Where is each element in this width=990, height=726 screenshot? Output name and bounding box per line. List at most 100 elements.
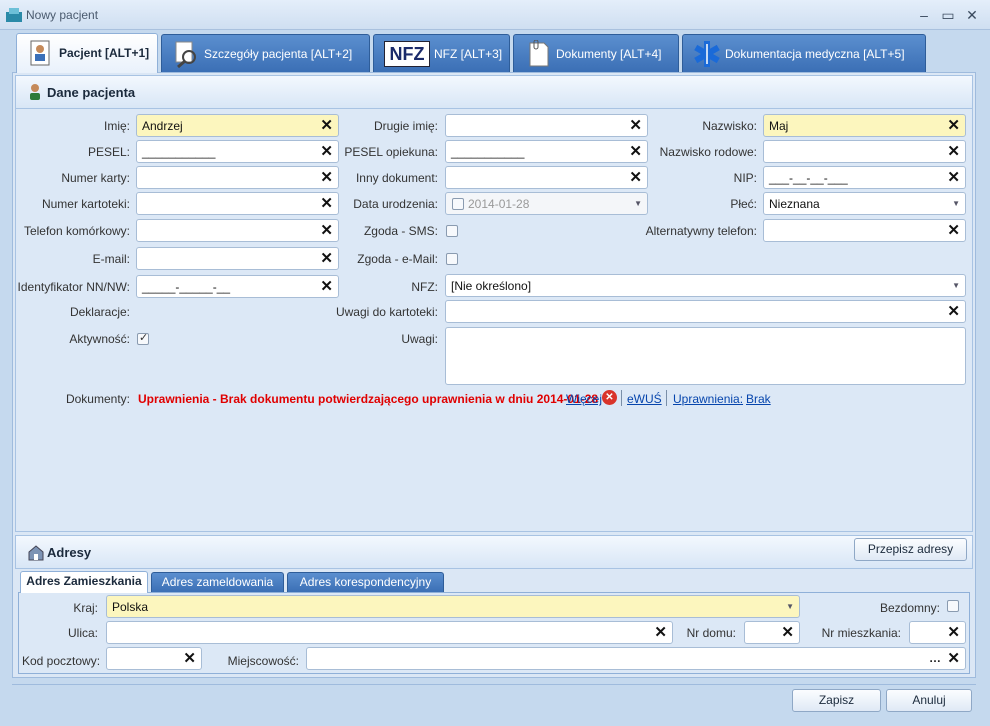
nr-domu-label: Nr domu: <box>686 626 736 640</box>
dokumenty-label: Dokumenty: <box>65 392 130 406</box>
nazwisko-rodowe-field[interactable]: ✕ <box>763 140 966 163</box>
clear-icon[interactable]: ✕ <box>183 650 196 667</box>
kraj-select[interactable]: Polska ▼ <box>106 595 800 618</box>
clear-icon[interactable]: ✕ <box>947 624 960 641</box>
zgoda-email-checkbox[interactable] <box>446 253 458 265</box>
title-bar: Nowy pacjent – ▭ ✕ <box>0 0 990 30</box>
drugie-imie-label: Drugie imię: <box>373 119 438 133</box>
email-label: E-mail: <box>92 252 130 266</box>
nr-mieszkania-label: Nr mieszkania: <box>821 626 901 640</box>
nfz-select[interactable]: [Nie określono] ▼ <box>445 274 966 297</box>
imie-value: Andrzej <box>142 119 183 133</box>
person-icon <box>30 84 40 100</box>
minimize-button[interactable]: – <box>914 6 934 24</box>
telefon-field[interactable]: ✕ <box>136 219 339 242</box>
imie-field[interactable]: Andrzej ✕ <box>136 114 339 137</box>
identyfikator-field[interactable]: _____-_____-__ ✕ <box>136 275 339 298</box>
permissions-warning: Uprawnienia - Brak dokumentu potwierdzaj… <box>138 392 599 406</box>
nr-mieszkania-field[interactable]: ✕ <box>909 621 966 644</box>
alt-telefon-field[interactable]: ✕ <box>763 219 966 242</box>
more-options-icon[interactable]: … <box>929 651 941 665</box>
inny-dokument-field[interactable]: ✕ <box>445 166 648 189</box>
section-title: Adresy <box>47 545 92 560</box>
tab-nfz[interactable]: NFZ NFZ [ALT+3] <box>373 34 510 72</box>
house-icon <box>28 545 44 561</box>
miejscowosc-label: Miejscowość: <box>227 654 299 668</box>
ewus-link[interactable]: eWUŚ <box>627 392 662 406</box>
close-button[interactable]: ✕ <box>962 6 982 24</box>
document-clip-icon <box>529 40 549 67</box>
kod-pocztowy-field[interactable]: ✕ <box>106 647 202 670</box>
tab-adres-zamieszkania[interactable]: Adres Zamieszkania <box>20 571 148 593</box>
data-urodzenia-field[interactable]: 2014-01-28 ▼ <box>445 192 648 215</box>
email-field[interactable]: ✕ <box>136 247 339 270</box>
clear-icon[interactable]: ✕ <box>947 303 960 320</box>
chevron-down-icon[interactable]: ▼ <box>952 199 960 208</box>
tab-szczegoly[interactable]: Szczegóły pacjenta [ALT+2] <box>161 34 370 72</box>
nazwisko-field[interactable]: Maj ✕ <box>763 114 966 137</box>
pesel-field[interactable]: ___________ ✕ <box>136 140 339 163</box>
nfz-logo-icon: NFZ <box>384 41 430 67</box>
tab-adres-zameldowania[interactable]: Adres zameldowania <box>151 572 284 592</box>
aktywnosc-checkbox[interactable] <box>137 331 149 345</box>
cancel-button[interactable]: Anuluj <box>886 689 972 712</box>
permissions-link[interactable]: Uprawnienia: <box>673 392 743 406</box>
nr-domu-field[interactable]: ✕ <box>744 621 800 644</box>
uwagi-kartoteki-label: Uwagi do kartoteki: <box>335 305 438 319</box>
separator <box>666 390 667 406</box>
magnifier-icon <box>175 41 196 68</box>
ulica-field[interactable]: ✕ <box>106 621 673 644</box>
data-urodzenia-checkbox[interactable] <box>452 198 464 210</box>
uwagi-kartoteki-field[interactable]: ✕ <box>445 300 966 323</box>
tab-pacjent[interactable]: Pacjent [ALT+1] <box>16 33 158 73</box>
inny-dokument-label: Inny dokument: <box>355 171 438 185</box>
ulica-label: Ulica: <box>67 626 98 640</box>
miejscowosc-field[interactable]: … ✕ <box>306 647 966 670</box>
clear-icon[interactable]: ✕ <box>947 117 960 134</box>
numer-kartoteki-label: Numer kartoteki: <box>41 197 130 211</box>
nfz-label: NFZ: <box>411 280 438 294</box>
zgoda-sms-checkbox[interactable] <box>446 225 458 237</box>
clear-icon[interactable]: ✕ <box>654 624 667 641</box>
plec-value: Nieznana <box>769 197 820 211</box>
copy-addresses-button[interactable]: Przepisz adresy <box>854 538 967 561</box>
nip-value: ___-__-__-___ <box>769 171 848 185</box>
separator <box>621 390 622 406</box>
nip-field[interactable]: ___-__-__-___ ✕ <box>763 166 966 189</box>
nfz-value: [Nie określono] <box>451 279 532 293</box>
alt-telefon-label: Alternatywny telefon: <box>645 224 757 238</box>
telefon-label: Telefon komórkowy: <box>23 224 130 238</box>
zgoda-email-label: Zgoda - e-Mail: <box>357 252 438 266</box>
pesel-opiekuna-label: PESEL opiekuna: <box>344 145 438 159</box>
clear-icon[interactable]: ✕ <box>781 624 794 641</box>
clear-icon[interactable]: ✕ <box>947 650 960 667</box>
tab-label: Dokumenty [ALT+4] <box>556 47 662 61</box>
nazwisko-value: Maj <box>769 119 789 133</box>
chevron-down-icon[interactable]: ▼ <box>952 281 960 290</box>
medical-star-icon <box>694 41 720 67</box>
tab-adres-korespondencyjny[interactable]: Adres korespondencyjny <box>287 572 444 592</box>
bezdomny-checkbox[interactable] <box>947 600 959 612</box>
pesel-opiekuna-field[interactable]: ___________ ✕ <box>445 140 648 163</box>
pesel-value: ___________ <box>142 145 216 159</box>
clear-icon[interactable]: ✕ <box>947 143 960 160</box>
chevron-down-icon[interactable]: ▼ <box>786 602 794 611</box>
imie-label: Imię: <box>103 119 130 133</box>
none-link[interactable]: Brak <box>746 392 771 406</box>
maximize-button[interactable]: ▭ <box>938 6 958 24</box>
numer-kartoteki-field[interactable]: ✕ <box>136 192 339 215</box>
aktywnosc-label: Aktywność: <box>69 332 130 346</box>
save-button[interactable]: Zapisz <box>792 689 881 712</box>
clear-icon[interactable]: ✕ <box>947 222 960 239</box>
tab-dokumentacja[interactable]: Dokumentacja medyczna [ALT+5] <box>682 34 926 72</box>
patient-card-icon <box>30 40 50 66</box>
numer-karty-field[interactable]: ✕ <box>136 166 339 189</box>
clear-icon[interactable]: ✕ <box>947 169 960 186</box>
plec-select[interactable]: Nieznana ▼ <box>763 192 966 215</box>
uwagi-textarea[interactable] <box>445 327 966 385</box>
data-urodzenia-label: Data urodzenia: <box>353 197 438 211</box>
drugie-imie-field[interactable]: ✕ <box>445 114 648 137</box>
plec-label: Płeć: <box>730 197 757 211</box>
tab-dokumenty[interactable]: Dokumenty [ALT+4] <box>513 34 679 72</box>
more-link[interactable]: Więcej <box>566 392 602 406</box>
